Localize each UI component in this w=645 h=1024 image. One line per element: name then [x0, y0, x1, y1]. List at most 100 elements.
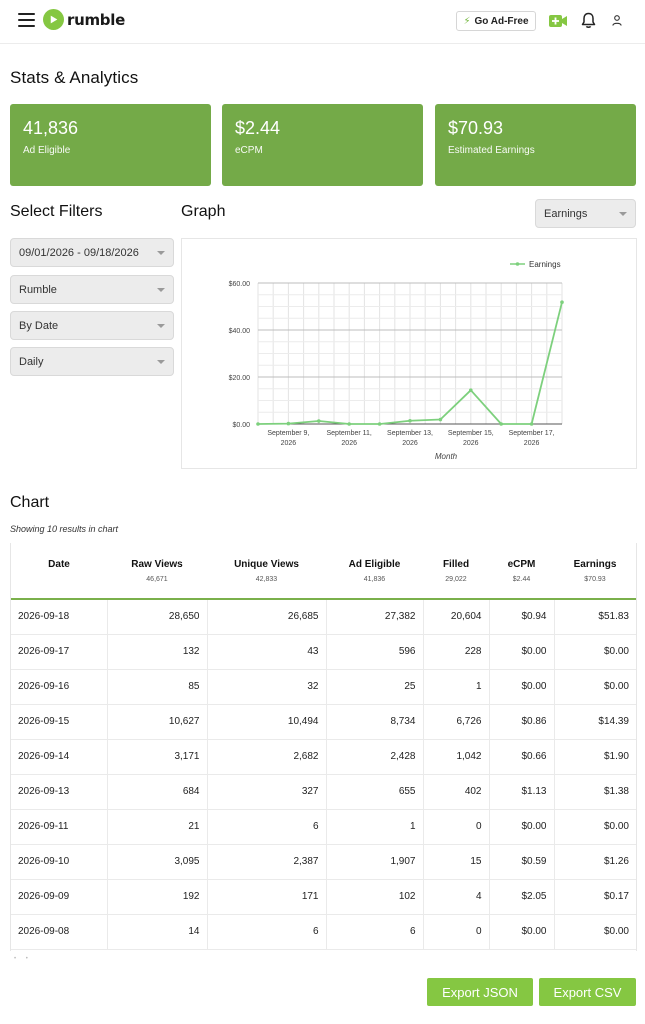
export-json-button[interactable]: Export JSON — [427, 978, 533, 1006]
chevron-down-icon — [619, 211, 627, 216]
go-ad-free-label: Go Ad-Free — [474, 15, 529, 27]
column-header[interactable]: Ad Eligible 41,836 — [326, 543, 423, 600]
x-tick-label: September 15, — [448, 430, 494, 437]
table-row: 2026-09-14 3,171 2,682 2,428 1,042 $0.66 $1.90 — [11, 739, 636, 775]
go-ad-free-button[interactable]: ⚡ Go Ad-Free — [456, 11, 536, 31]
chevron-down-icon — [157, 250, 165, 255]
table-cell: 15 — [423, 844, 490, 880]
column-label: Raw Views — [131, 558, 183, 570]
stat-card-ecpm: $2.44 eCPM — [222, 104, 423, 186]
upload-video-icon[interactable] — [548, 13, 568, 34]
table-cell: 2026-09-15 — [11, 704, 108, 740]
column-header[interactable]: Earnings $70.93 — [554, 543, 636, 600]
stat-value: $70.93 — [448, 118, 504, 138]
table-cell: 32 — [207, 669, 327, 705]
stat-label: Estimated Earnings — [448, 145, 535, 156]
data-point — [469, 388, 473, 392]
table-cell: 2026-09-11 — [11, 809, 108, 845]
platform-select[interactable]: Rumble — [10, 275, 174, 304]
bolt-icon: ⚡ — [463, 15, 471, 27]
results-note: Showing 10 results in chart — [10, 524, 119, 534]
y-tick-label: $20.00 — [229, 375, 251, 382]
table-cell: 0 — [423, 809, 490, 845]
table-cell: 21 — [107, 809, 208, 845]
table-cell: 4 — [423, 879, 490, 915]
column-label: Unique Views — [234, 558, 299, 570]
interval-value: Daily — [19, 355, 44, 368]
table-cell: $0.00 — [489, 634, 555, 670]
bell-icon[interactable] — [581, 12, 596, 34]
earnings-graph: $0.00 $20.00 $40.00 $60.00 September 9, 2026 S… — [181, 238, 637, 469]
table-cell: 684 — [107, 774, 208, 810]
graph-metric-value: Earnings — [544, 207, 588, 220]
column-total — [11, 576, 107, 583]
table-cell: $2.05 — [489, 879, 555, 915]
table-header-row: Date Raw Views 46,671 Unique Views 42,833 Ad… — [11, 543, 636, 600]
column-label: eCPM — [507, 558, 536, 570]
page-title: Stats & Analytics — [10, 68, 139, 87]
column-total: $70.93 — [584, 575, 606, 583]
group-by-select[interactable]: By Date — [10, 311, 174, 340]
filters-title: Select Filters — [10, 203, 103, 220]
user-icon[interactable] — [611, 14, 623, 32]
column-header[interactable]: Date — [11, 543, 107, 600]
table-cell: $0.86 — [489, 704, 555, 740]
x-tick-label: September 17, — [509, 430, 555, 437]
table-cell: 28,650 — [107, 599, 208, 635]
table-cell: 192 — [107, 879, 208, 915]
table-row: 2026-09-08 14 6 6 0 $0.00 $0.00 — [11, 914, 636, 950]
table-cell: 596 — [326, 634, 424, 670]
column-header[interactable]: Raw Views 46,671 — [107, 543, 207, 600]
table-cell: 20,604 — [423, 599, 490, 635]
table-cell: $0.00 — [554, 809, 636, 845]
column-total: 46,671 — [146, 575, 168, 583]
legend-label: Earnings — [529, 260, 561, 269]
column-header[interactable]: Filled 29,022 — [423, 543, 489, 600]
date-range-select[interactable]: 09/01/2026 - 09/18/2026 — [10, 238, 174, 267]
group-by-value: By Date — [19, 319, 59, 332]
table-cell: 228 — [423, 634, 490, 670]
graph-metric-select[interactable]: Earnings — [535, 199, 636, 228]
rumble-logo[interactable]: rumble — [43, 9, 125, 30]
table-cell: 2026-09-08 — [11, 914, 108, 950]
x-tick-label: 2026 — [463, 440, 479, 447]
table-cell: 0 — [423, 914, 490, 950]
table-cell: 102 — [326, 879, 424, 915]
column-total: 41,836 — [363, 575, 386, 583]
interval-select[interactable]: Daily — [10, 347, 174, 376]
x-tick-label: September 9, — [267, 430, 309, 437]
table-cell: $0.94 — [489, 599, 555, 635]
data-point — [529, 422, 534, 426]
column-header[interactable]: Unique Views 42,833 — [207, 543, 326, 600]
table-cell: 27,382 — [326, 599, 424, 635]
legend-marker — [515, 262, 520, 266]
chart-title: Chart — [10, 494, 50, 511]
table-row: 2026-09-10 3,095 2,387 1,907 15 $0.59 $1.26 — [11, 844, 636, 880]
x-tick-label: September 13, — [387, 430, 433, 437]
table-cell: $0.00 — [554, 914, 636, 950]
data-point — [286, 421, 291, 426]
table-cell: $0.00 — [489, 809, 555, 845]
column-label: Filled — [442, 558, 470, 570]
table-cell: $1.13 — [489, 774, 555, 810]
menu-icon[interactable] — [18, 13, 35, 27]
data-point — [377, 422, 382, 426]
table-cell: 171 — [207, 879, 327, 915]
table-cell: $0.00 — [554, 669, 636, 705]
stat-label: Ad Eligible — [23, 145, 71, 156]
table-cell: $1.90 — [554, 739, 636, 775]
table-cell: 1,042 — [423, 739, 490, 775]
table-cell: 14 — [107, 914, 208, 950]
top-header: rumble ⚡ Go Ad-Free — [0, 0, 645, 44]
table-cell: 2026-09-13 — [11, 774, 108, 810]
table-cell: 85 — [107, 669, 208, 705]
column-header[interactable]: eCPM $2.44 — [489, 543, 554, 600]
scroll-indicator: • • — [14, 956, 32, 962]
table-cell: 1 — [423, 669, 490, 705]
table-cell: 6 — [207, 809, 327, 845]
table-cell: 3,171 — [107, 739, 208, 775]
data-point — [256, 422, 260, 426]
export-csv-button[interactable]: Export CSV — [539, 978, 636, 1006]
table-cell: 2026-09-10 — [11, 844, 108, 880]
table-cell: 132 — [107, 634, 208, 670]
